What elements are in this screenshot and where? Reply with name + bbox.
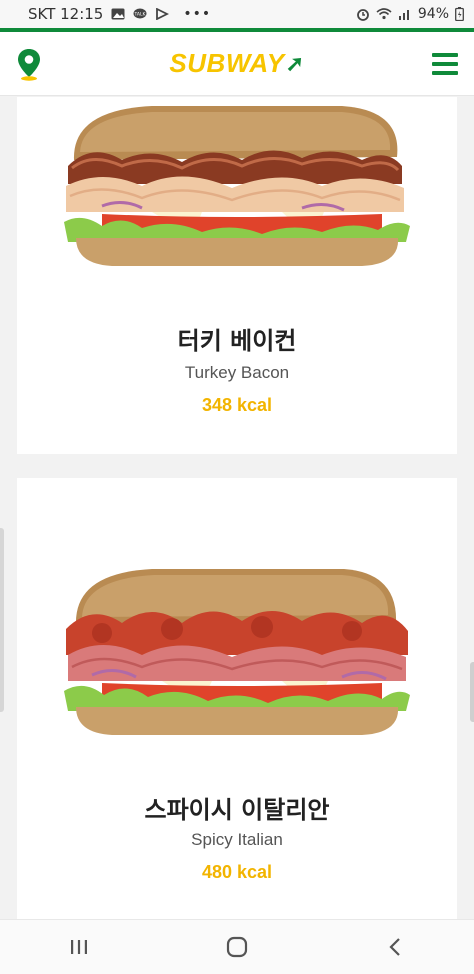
menu-list[interactable]: 터키 베이컨 Turkey Bacon 348 kcal 스파이시 이탈리안 S… [0, 97, 474, 919]
signal-icon [398, 10, 409, 20]
wifi-icon [376, 8, 392, 20]
logo-arrow-icon: ➚ [285, 50, 305, 76]
svg-text:TALK: TALK [134, 12, 147, 18]
back-icon[interactable] [365, 927, 425, 967]
app-header: SUBWAY ➚ [0, 32, 474, 96]
scrollbar-thumb[interactable] [470, 662, 474, 722]
recent-apps-icon[interactable] [49, 927, 109, 967]
more-icon: ••• [183, 6, 212, 22]
location-pin-icon[interactable] [16, 47, 42, 81]
flag-icon [156, 8, 170, 20]
alarm-icon [356, 9, 369, 21]
menu-item-kcal: 348 kcal [201, 395, 273, 415]
menu-item-name-en: Spicy Italian [191, 830, 283, 849]
spicy-italian-image [64, 569, 410, 735]
menu-item-name-ko: 스파이시 이탈리안 [144, 796, 330, 824]
battery-icon [455, 7, 464, 21]
menu-item-kcal: 480 kcal [201, 862, 273, 882]
subway-logo[interactable]: SUBWAY ➚ [169, 48, 304, 79]
menu-card[interactable]: 스파이시 이탈리안 Spicy Italian 480 kcal [17, 478, 457, 919]
menu-item-name-ko: 터키 베이컨 [177, 327, 297, 355]
menu-item-name-en: Turkey Bacon [184, 363, 290, 382]
carrier-time: SKT 12:15 [28, 5, 104, 23]
talk-icon: TALK [133, 8, 147, 19]
system-nav-bar [0, 919, 474, 974]
home-icon[interactable] [207, 927, 267, 967]
menu-card[interactable]: 터키 베이컨 Turkey Bacon 348 kcal [17, 97, 457, 454]
battery-percent: 94% [417, 6, 449, 22]
subway-logo-text: SUBWAY [169, 48, 285, 78]
status-bar: SKT 12:15 TALK ••• 94% [0, 0, 474, 28]
turkey-bacon-image [64, 106, 410, 266]
hamburger-menu-icon[interactable] [431, 52, 458, 75]
gallery-icon [111, 8, 125, 20]
edge-panel-handle[interactable] [0, 528, 4, 712]
